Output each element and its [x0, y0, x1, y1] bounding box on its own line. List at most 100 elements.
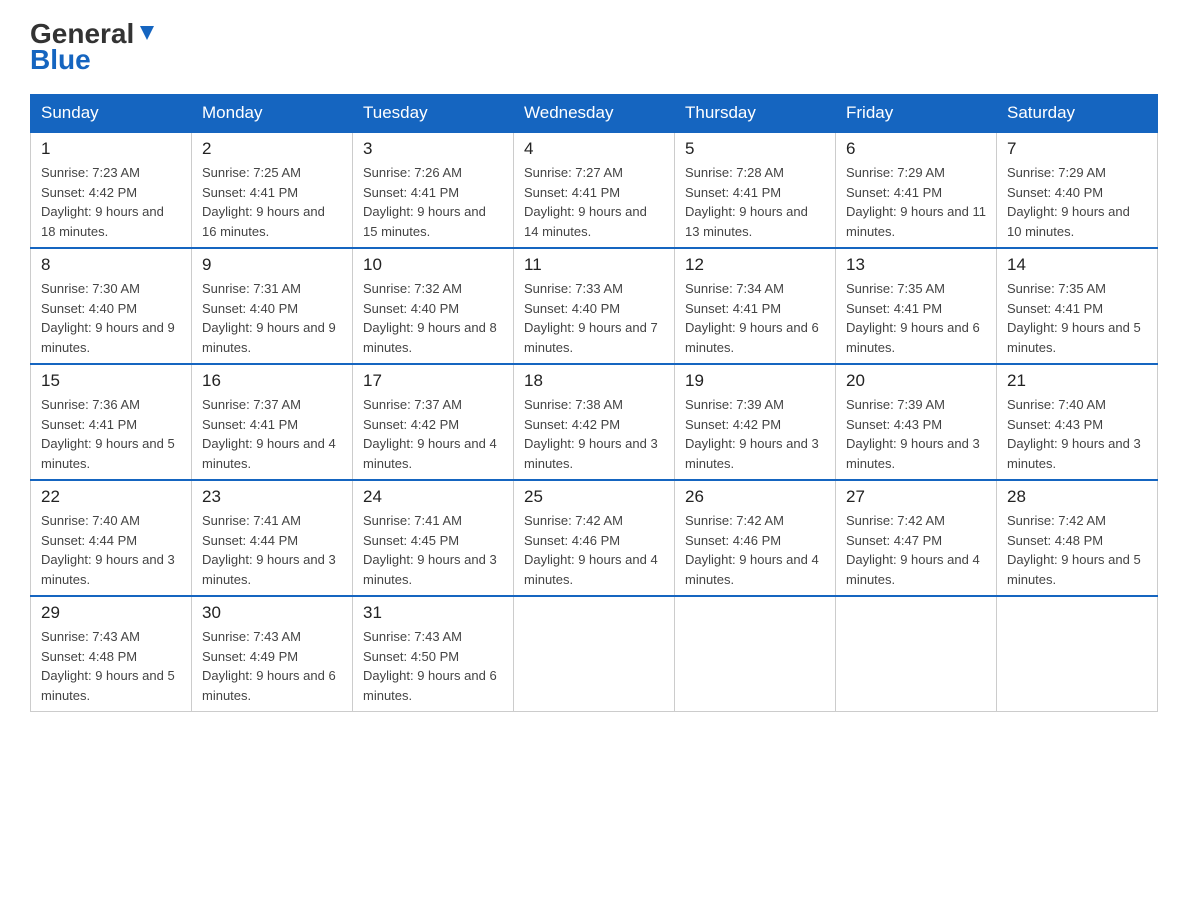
calendar-cell: 7 Sunrise: 7:29 AM Sunset: 4:40 PM Dayli…: [997, 132, 1158, 248]
calendar-cell: 15 Sunrise: 7:36 AM Sunset: 4:41 PM Dayl…: [31, 364, 192, 480]
day-info: Sunrise: 7:34 AM Sunset: 4:41 PM Dayligh…: [685, 279, 825, 357]
calendar-cell: 6 Sunrise: 7:29 AM Sunset: 4:41 PM Dayli…: [836, 132, 997, 248]
calendar-cell: 28 Sunrise: 7:42 AM Sunset: 4:48 PM Dayl…: [997, 480, 1158, 596]
calendar-cell: 2 Sunrise: 7:25 AM Sunset: 4:41 PM Dayli…: [192, 132, 353, 248]
day-info: Sunrise: 7:25 AM Sunset: 4:41 PM Dayligh…: [202, 163, 342, 241]
day-info: Sunrise: 7:29 AM Sunset: 4:40 PM Dayligh…: [1007, 163, 1147, 241]
logo-arrow-icon: [136, 22, 158, 44]
day-number: 31: [363, 603, 503, 623]
day-info: Sunrise: 7:42 AM Sunset: 4:48 PM Dayligh…: [1007, 511, 1147, 589]
header-monday: Monday: [192, 95, 353, 133]
day-number: 4: [524, 139, 664, 159]
header-friday: Friday: [836, 95, 997, 133]
day-number: 5: [685, 139, 825, 159]
day-info: Sunrise: 7:35 AM Sunset: 4:41 PM Dayligh…: [846, 279, 986, 357]
calendar-cell: 23 Sunrise: 7:41 AM Sunset: 4:44 PM Dayl…: [192, 480, 353, 596]
day-info: Sunrise: 7:39 AM Sunset: 4:42 PM Dayligh…: [685, 395, 825, 473]
day-number: 24: [363, 487, 503, 507]
day-number: 13: [846, 255, 986, 275]
day-info: Sunrise: 7:37 AM Sunset: 4:42 PM Dayligh…: [363, 395, 503, 473]
day-number: 3: [363, 139, 503, 159]
day-number: 9: [202, 255, 342, 275]
day-number: 12: [685, 255, 825, 275]
day-info: Sunrise: 7:27 AM Sunset: 4:41 PM Dayligh…: [524, 163, 664, 241]
calendar-cell: 30 Sunrise: 7:43 AM Sunset: 4:49 PM Dayl…: [192, 596, 353, 712]
day-number: 18: [524, 371, 664, 391]
day-info: Sunrise: 7:31 AM Sunset: 4:40 PM Dayligh…: [202, 279, 342, 357]
day-number: 11: [524, 255, 664, 275]
day-info: Sunrise: 7:33 AM Sunset: 4:40 PM Dayligh…: [524, 279, 664, 357]
day-number: 17: [363, 371, 503, 391]
calendar-cell: 1 Sunrise: 7:23 AM Sunset: 4:42 PM Dayli…: [31, 132, 192, 248]
day-info: Sunrise: 7:42 AM Sunset: 4:46 PM Dayligh…: [524, 511, 664, 589]
day-number: 27: [846, 487, 986, 507]
calendar-cell: 3 Sunrise: 7:26 AM Sunset: 4:41 PM Dayli…: [353, 132, 514, 248]
week-row-1: 1 Sunrise: 7:23 AM Sunset: 4:42 PM Dayli…: [31, 132, 1158, 248]
calendar-cell: 14 Sunrise: 7:35 AM Sunset: 4:41 PM Dayl…: [997, 248, 1158, 364]
calendar-cell: 21 Sunrise: 7:40 AM Sunset: 4:43 PM Dayl…: [997, 364, 1158, 480]
day-info: Sunrise: 7:32 AM Sunset: 4:40 PM Dayligh…: [363, 279, 503, 357]
day-number: 1: [41, 139, 181, 159]
calendar-cell: 26 Sunrise: 7:42 AM Sunset: 4:46 PM Dayl…: [675, 480, 836, 596]
day-info: Sunrise: 7:37 AM Sunset: 4:41 PM Dayligh…: [202, 395, 342, 473]
day-number: 6: [846, 139, 986, 159]
day-info: Sunrise: 7:43 AM Sunset: 4:49 PM Dayligh…: [202, 627, 342, 705]
day-number: 21: [1007, 371, 1147, 391]
day-number: 22: [41, 487, 181, 507]
day-info: Sunrise: 7:36 AM Sunset: 4:41 PM Dayligh…: [41, 395, 181, 473]
day-info: Sunrise: 7:35 AM Sunset: 4:41 PM Dayligh…: [1007, 279, 1147, 357]
calendar-cell: 29 Sunrise: 7:43 AM Sunset: 4:48 PM Dayl…: [31, 596, 192, 712]
day-info: Sunrise: 7:23 AM Sunset: 4:42 PM Dayligh…: [41, 163, 181, 241]
day-info: Sunrise: 7:43 AM Sunset: 4:48 PM Dayligh…: [41, 627, 181, 705]
calendar-cell: 5 Sunrise: 7:28 AM Sunset: 4:41 PM Dayli…: [675, 132, 836, 248]
header-wednesday: Wednesday: [514, 95, 675, 133]
calendar-cell: 17 Sunrise: 7:37 AM Sunset: 4:42 PM Dayl…: [353, 364, 514, 480]
calendar-cell: 8 Sunrise: 7:30 AM Sunset: 4:40 PM Dayli…: [31, 248, 192, 364]
day-number: 23: [202, 487, 342, 507]
day-info: Sunrise: 7:40 AM Sunset: 4:43 PM Dayligh…: [1007, 395, 1147, 473]
day-info: Sunrise: 7:42 AM Sunset: 4:46 PM Dayligh…: [685, 511, 825, 589]
calendar-cell: 4 Sunrise: 7:27 AM Sunset: 4:41 PM Dayli…: [514, 132, 675, 248]
header-thursday: Thursday: [675, 95, 836, 133]
calendar-cell: 11 Sunrise: 7:33 AM Sunset: 4:40 PM Dayl…: [514, 248, 675, 364]
logo: General Blue: [30, 20, 158, 76]
week-row-3: 15 Sunrise: 7:36 AM Sunset: 4:41 PM Dayl…: [31, 364, 1158, 480]
calendar-cell: 31 Sunrise: 7:43 AM Sunset: 4:50 PM Dayl…: [353, 596, 514, 712]
calendar-cell: 27 Sunrise: 7:42 AM Sunset: 4:47 PM Dayl…: [836, 480, 997, 596]
day-number: 26: [685, 487, 825, 507]
week-row-4: 22 Sunrise: 7:40 AM Sunset: 4:44 PM Dayl…: [31, 480, 1158, 596]
calendar-cell: 24 Sunrise: 7:41 AM Sunset: 4:45 PM Dayl…: [353, 480, 514, 596]
calendar-cell: 20 Sunrise: 7:39 AM Sunset: 4:43 PM Dayl…: [836, 364, 997, 480]
calendar-cell: [675, 596, 836, 712]
day-number: 10: [363, 255, 503, 275]
day-info: Sunrise: 7:41 AM Sunset: 4:45 PM Dayligh…: [363, 511, 503, 589]
calendar-cell: 22 Sunrise: 7:40 AM Sunset: 4:44 PM Dayl…: [31, 480, 192, 596]
day-info: Sunrise: 7:39 AM Sunset: 4:43 PM Dayligh…: [846, 395, 986, 473]
day-info: Sunrise: 7:28 AM Sunset: 4:41 PM Dayligh…: [685, 163, 825, 241]
day-number: 15: [41, 371, 181, 391]
header-saturday: Saturday: [997, 95, 1158, 133]
day-number: 2: [202, 139, 342, 159]
week-row-5: 29 Sunrise: 7:43 AM Sunset: 4:48 PM Dayl…: [31, 596, 1158, 712]
day-number: 25: [524, 487, 664, 507]
day-number: 8: [41, 255, 181, 275]
day-number: 28: [1007, 487, 1147, 507]
calendar-table: SundayMondayTuesdayWednesdayThursdayFrid…: [30, 94, 1158, 712]
calendar-cell: 25 Sunrise: 7:42 AM Sunset: 4:46 PM Dayl…: [514, 480, 675, 596]
calendar-cell: 19 Sunrise: 7:39 AM Sunset: 4:42 PM Dayl…: [675, 364, 836, 480]
calendar-cell: 16 Sunrise: 7:37 AM Sunset: 4:41 PM Dayl…: [192, 364, 353, 480]
day-number: 30: [202, 603, 342, 623]
calendar-cell: [836, 596, 997, 712]
week-row-2: 8 Sunrise: 7:30 AM Sunset: 4:40 PM Dayli…: [31, 248, 1158, 364]
day-info: Sunrise: 7:26 AM Sunset: 4:41 PM Dayligh…: [363, 163, 503, 241]
calendar-cell: [997, 596, 1158, 712]
day-number: 14: [1007, 255, 1147, 275]
day-info: Sunrise: 7:38 AM Sunset: 4:42 PM Dayligh…: [524, 395, 664, 473]
day-info: Sunrise: 7:40 AM Sunset: 4:44 PM Dayligh…: [41, 511, 181, 589]
day-info: Sunrise: 7:41 AM Sunset: 4:44 PM Dayligh…: [202, 511, 342, 589]
day-info: Sunrise: 7:30 AM Sunset: 4:40 PM Dayligh…: [41, 279, 181, 357]
day-info: Sunrise: 7:42 AM Sunset: 4:47 PM Dayligh…: [846, 511, 986, 589]
calendar-cell: 18 Sunrise: 7:38 AM Sunset: 4:42 PM Dayl…: [514, 364, 675, 480]
page-header: General Blue: [30, 20, 1158, 76]
day-number: 16: [202, 371, 342, 391]
